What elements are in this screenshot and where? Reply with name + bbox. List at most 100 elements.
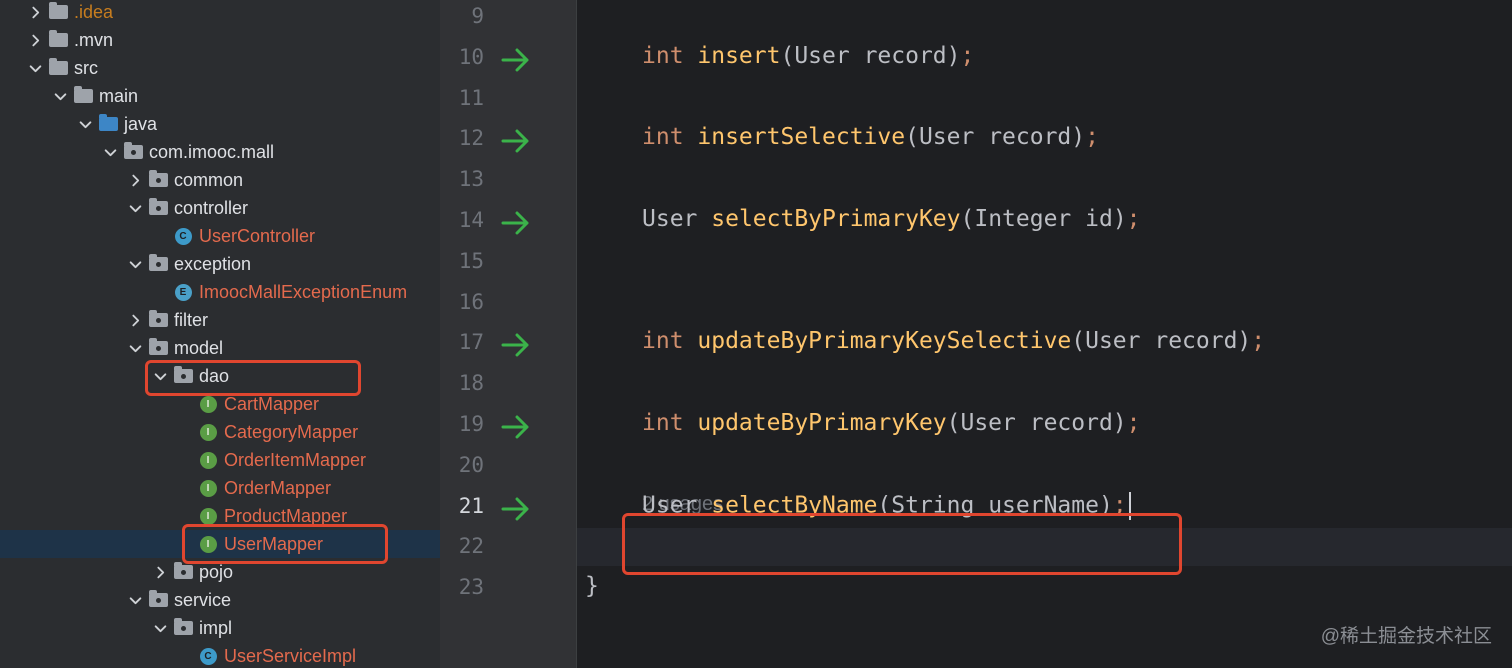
code-line-12[interactable]: int insertSelective(User record); bbox=[642, 124, 1099, 150]
code-line-10[interactable]: int insert(User record); bbox=[642, 43, 974, 69]
implemented-arrow-icon[interactable] bbox=[500, 46, 532, 74]
tree-item-exception[interactable]: exception bbox=[0, 250, 440, 278]
tree-item-categorymapper[interactable]: I CategoryMapper bbox=[0, 418, 440, 446]
project-tree: .idea .mvn src main java com.imooc.mall common… bbox=[0, 0, 440, 668]
line-number: 21 bbox=[458, 493, 484, 518]
chevron-down-icon[interactable] bbox=[76, 110, 94, 138]
code-token: User bbox=[642, 206, 712, 232]
tree-item-orderitemmapper[interactable]: I OrderItemMapper bbox=[0, 446, 440, 474]
implemented-arrow-icon[interactable] bbox=[500, 209, 532, 237]
chevron-right-icon[interactable] bbox=[151, 558, 169, 586]
package-icon bbox=[123, 142, 143, 162]
code-token: updateByPrimaryKeySelective bbox=[697, 328, 1072, 355]
package-icon bbox=[148, 338, 168, 358]
tree-item-label: .mvn bbox=[74, 29, 114, 50]
tree-item-usercontroller[interactable]: C UserController bbox=[0, 222, 440, 250]
tree-item-label: UserServiceImpl bbox=[224, 645, 357, 666]
code-token: int bbox=[642, 328, 698, 355]
tree-item-common[interactable]: common bbox=[0, 166, 440, 194]
tree-item-src[interactable]: src bbox=[0, 54, 440, 82]
tree-item-controller[interactable]: controller bbox=[0, 194, 440, 222]
chevron-right-icon[interactable] bbox=[26, 26, 44, 54]
implemented-arrow-icon[interactable] bbox=[500, 127, 532, 155]
implemented-arrow-icon[interactable] bbox=[500, 495, 532, 523]
chevron-down-icon[interactable] bbox=[126, 194, 144, 222]
tree-item-impl[interactable]: impl bbox=[0, 614, 440, 642]
line-number: 14 bbox=[458, 208, 484, 232]
code-token: int bbox=[642, 42, 698, 69]
method-highlight-box bbox=[622, 513, 1182, 575]
line-number: 13 bbox=[458, 167, 484, 192]
tree-item-filter[interactable]: filter bbox=[0, 306, 440, 334]
tree-item-label: OrderMapper bbox=[224, 477, 332, 498]
package-icon bbox=[148, 254, 168, 274]
code-token: insertSelective bbox=[697, 124, 906, 151]
interface-icon: I bbox=[198, 506, 218, 526]
tree-item--mvn[interactable]: .mvn bbox=[0, 26, 440, 54]
tree-item-label: common bbox=[174, 169, 244, 190]
line-number: 16 bbox=[458, 289, 484, 314]
code-line-14[interactable]: User selectByPrimaryKey(Integer id); bbox=[642, 206, 1141, 232]
code-token: (User record) bbox=[905, 124, 1086, 151]
tree-item-model[interactable]: model bbox=[0, 334, 440, 362]
code-line-19[interactable]: int updateByPrimaryKey(User record); bbox=[642, 410, 1141, 436]
tree-item--idea[interactable]: .idea bbox=[0, 0, 440, 26]
tree-item-main[interactable]: main bbox=[0, 82, 440, 110]
line-number: 9 bbox=[471, 4, 484, 28]
chevron-right-icon[interactable] bbox=[126, 306, 144, 334]
tree-item-label: controller bbox=[174, 197, 249, 218]
tree-item-imoocmallexceptionenum[interactable]: E ImoocMallExceptionEnum bbox=[0, 278, 440, 306]
tree-item-label: OrderItemMapper bbox=[224, 449, 367, 470]
code-token: insert bbox=[697, 42, 781, 69]
code-token: } bbox=[585, 573, 599, 600]
tree-item-label: model bbox=[174, 337, 224, 358]
line-number: 20 bbox=[458, 452, 484, 477]
code-token: int bbox=[642, 124, 698, 151]
tree-item-ordermapper[interactable]: I OrderMapper bbox=[0, 474, 440, 502]
folder-icon bbox=[48, 58, 68, 78]
line-number: 18 bbox=[458, 371, 484, 396]
tree-item-com-imooc-mall[interactable]: com.imooc.mall bbox=[0, 138, 440, 166]
code-token: selectByPrimaryKey bbox=[711, 206, 961, 232]
editor-gutter: 9 10 11 12 13 14 15 16 17 18 19 20 21 22 23 bbox=[440, 0, 577, 668]
chevron-right-icon[interactable] bbox=[126, 166, 144, 194]
code-token: (User record) bbox=[780, 42, 961, 69]
tree-item-label: filter bbox=[174, 309, 209, 330]
chevron-down-icon[interactable] bbox=[126, 586, 144, 614]
chevron-down-icon[interactable] bbox=[126, 334, 144, 362]
chevron-down-icon[interactable] bbox=[26, 54, 44, 82]
line-number: 19 bbox=[458, 412, 484, 436]
tree-item-label: service bbox=[174, 589, 232, 610]
chevron-right-icon[interactable] bbox=[26, 0, 44, 26]
package-icon bbox=[148, 590, 168, 610]
class-icon: C bbox=[173, 226, 193, 246]
source-folder-icon bbox=[98, 114, 118, 134]
tree-item-label: exception bbox=[174, 253, 252, 274]
tree-item-service[interactable]: service bbox=[0, 586, 440, 614]
tree-item-label: ImoocMallExceptionEnum bbox=[199, 281, 408, 302]
line-number: 11 bbox=[458, 85, 484, 110]
tree-item-userserviceimpl[interactable]: C UserServiceImpl bbox=[0, 642, 440, 668]
chevron-down-icon[interactable] bbox=[51, 82, 69, 110]
implemented-arrow-icon[interactable] bbox=[500, 413, 532, 441]
code-line-23[interactable]: } bbox=[585, 573, 599, 599]
tree-item-java[interactable]: java bbox=[0, 110, 440, 138]
watermark: @稀土掘金技术社区 bbox=[1320, 626, 1492, 647]
line-number: 23 bbox=[458, 575, 484, 600]
line-number: 17 bbox=[458, 330, 484, 355]
chevron-down-icon[interactable] bbox=[151, 614, 169, 642]
package-icon bbox=[148, 310, 168, 330]
chevron-down-icon[interactable] bbox=[101, 138, 119, 166]
tree-item-label: impl bbox=[199, 617, 233, 638]
code-token: (Integer id) bbox=[960, 206, 1127, 232]
code-line-17[interactable]: int updateByPrimaryKeySelective(User rec… bbox=[642, 328, 1265, 354]
package-icon bbox=[173, 618, 193, 638]
package-icon bbox=[148, 198, 168, 218]
folder-icon bbox=[48, 30, 68, 50]
chevron-down-icon[interactable] bbox=[126, 250, 144, 278]
code-token: updateByPrimaryKey bbox=[697, 410, 947, 436]
tree-item-label: com.imooc.mall bbox=[149, 141, 275, 162]
implemented-arrow-icon[interactable] bbox=[500, 331, 532, 359]
interface-icon: I bbox=[198, 450, 218, 470]
package-icon bbox=[148, 170, 168, 190]
